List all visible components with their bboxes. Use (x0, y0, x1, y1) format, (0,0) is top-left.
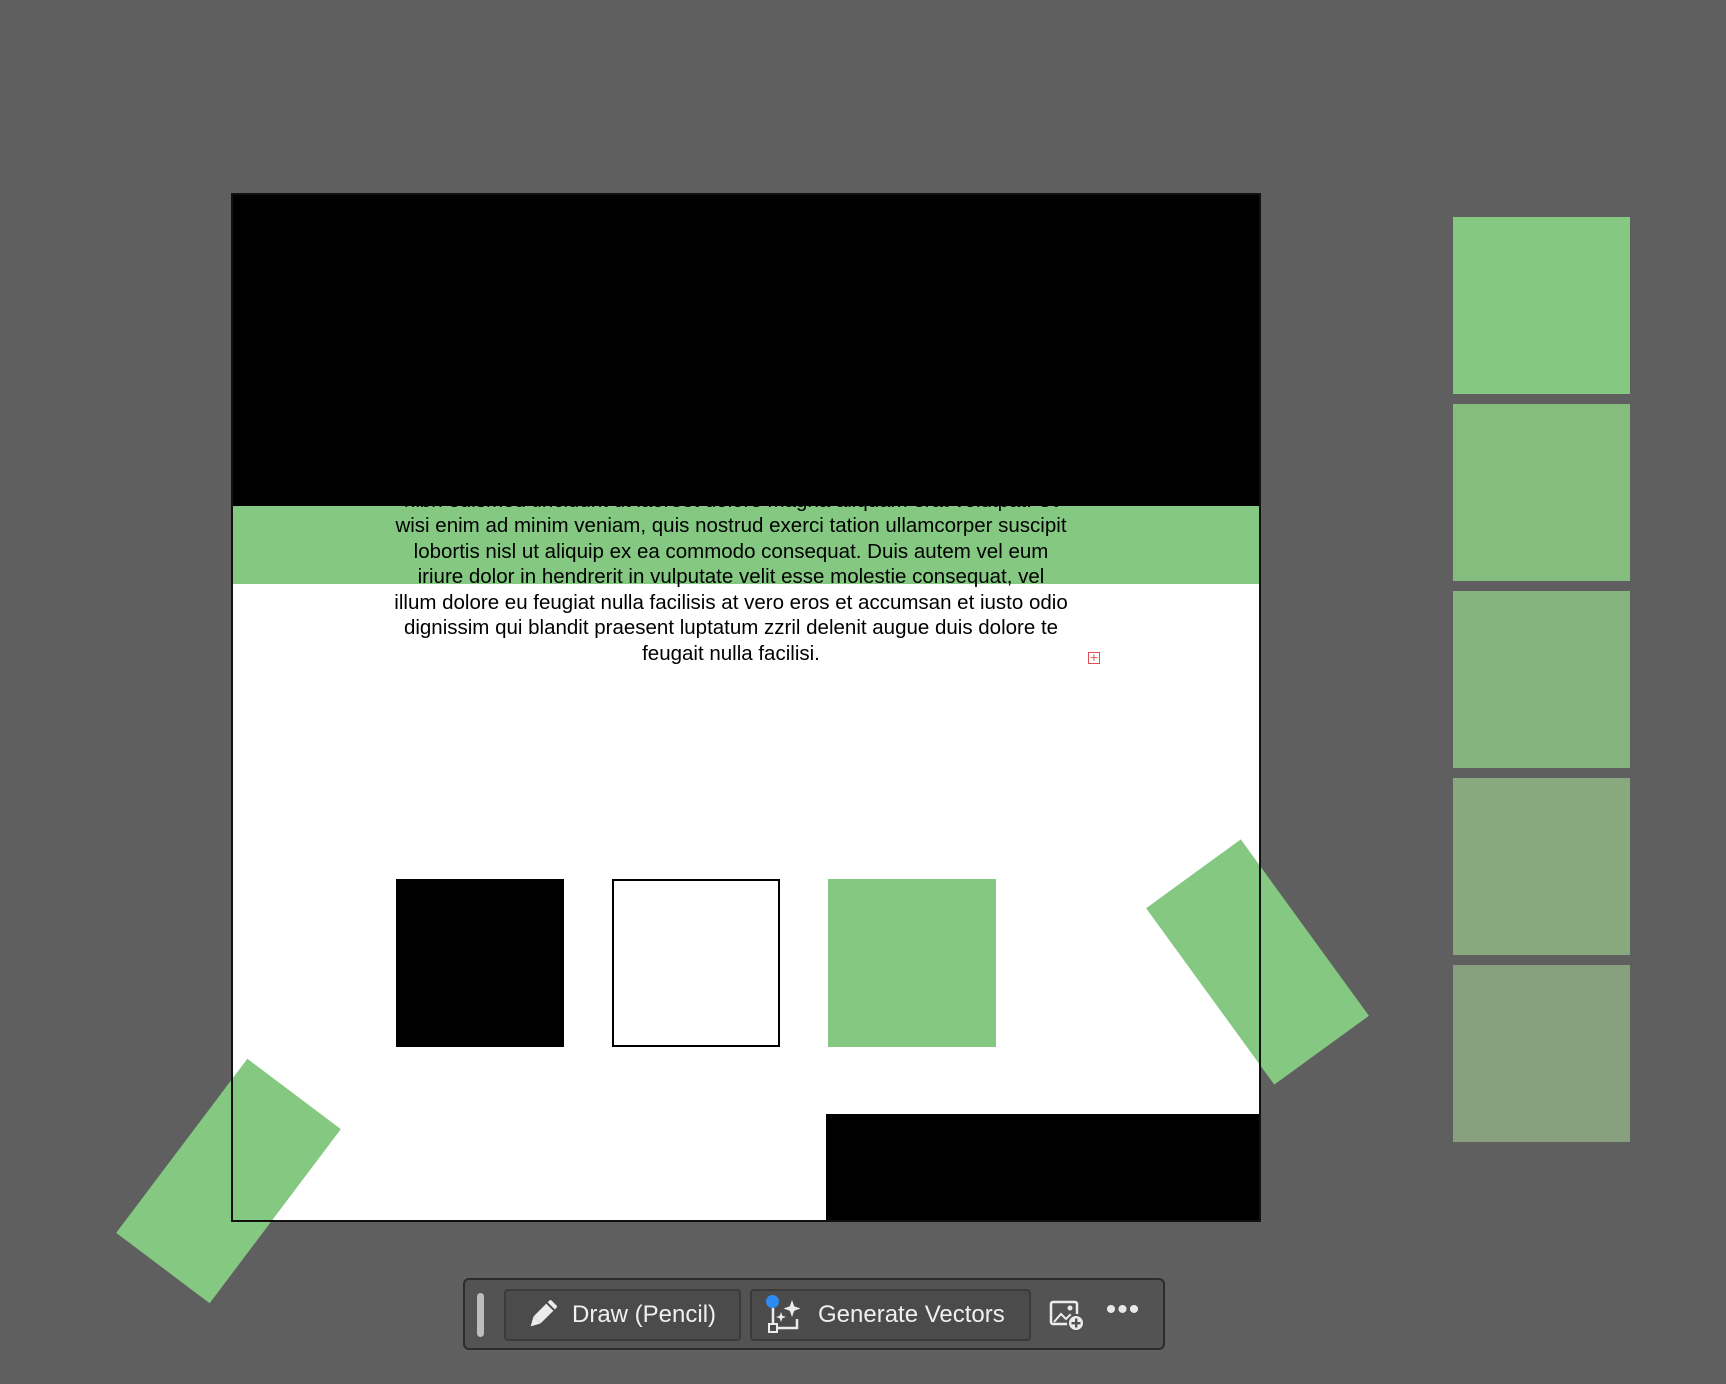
text-overflow-icon[interactable]: + (1088, 652, 1100, 664)
generate-vectors-label: Generate Vectors (818, 1301, 1005, 1328)
draw-pencil-button[interactable]: Draw (Pencil) (504, 1289, 741, 1341)
green-square[interactable] (828, 879, 996, 1047)
artboard[interactable]: nibh euismod tincidunt ut laoreet dolore… (231, 193, 1261, 1222)
generate-vectors-icon (766, 1295, 808, 1333)
contextual-taskbar: Draw (Pencil) Generate Vectors ••• (463, 1278, 1165, 1350)
white-square[interactable] (612, 879, 780, 1047)
canvas-area[interactable]: nibh euismod tincidunt ut laoreet dolore… (0, 0, 1726, 1384)
notification-dot (766, 1295, 779, 1308)
place-image-icon (1046, 1300, 1088, 1340)
swatch-1[interactable] (1453, 217, 1630, 394)
body-text: nibh euismod tincidunt ut laoreet dolore… (394, 489, 1068, 665)
draw-pencil-label: Draw (Pencil) (572, 1301, 717, 1328)
text-frame[interactable]: nibh euismod tincidunt ut laoreet dolore… (386, 489, 1076, 679)
swatch-5[interactable] (1453, 965, 1630, 1142)
black-rectangle-bottom[interactable] (826, 1114, 1261, 1222)
swatch-3[interactable] (1453, 591, 1630, 768)
drag-handle[interactable] (477, 1293, 484, 1337)
black-rectangle-top[interactable] (231, 193, 1261, 506)
place-image-button[interactable] (1046, 1294, 1088, 1336)
more-options-button[interactable]: ••• (1102, 1294, 1144, 1336)
swatch-2[interactable] (1453, 404, 1630, 581)
swatch-4[interactable] (1453, 778, 1630, 955)
pencil-icon (522, 1297, 562, 1333)
black-square[interactable] (396, 879, 564, 1047)
generate-vectors-button[interactable]: Generate Vectors (750, 1289, 1031, 1341)
